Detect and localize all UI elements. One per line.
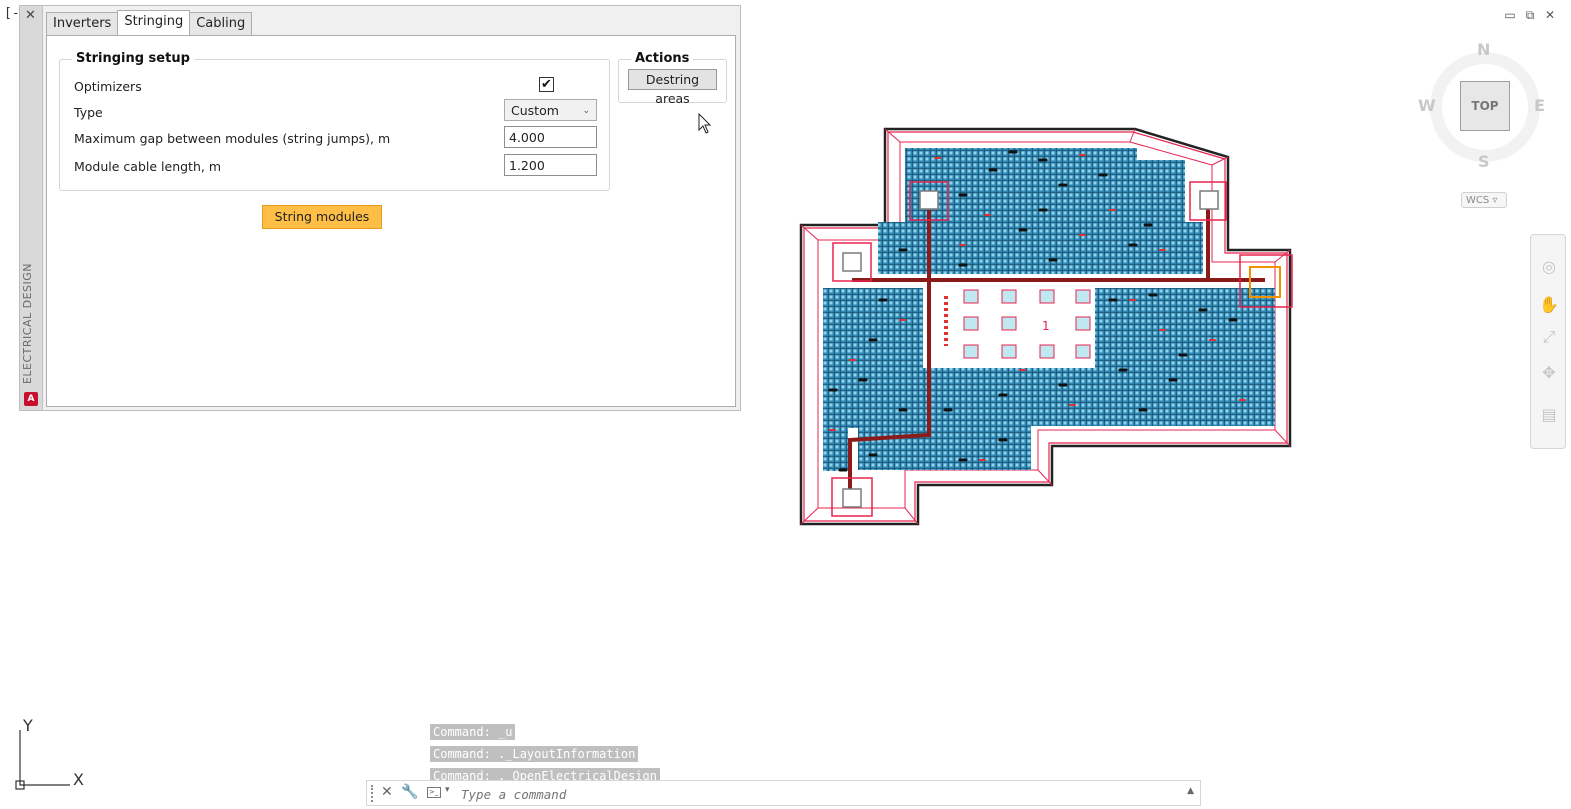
tab-stringing[interactable]: Stringing xyxy=(117,10,191,36)
electrical-design-palette: ✕ ELECTRICAL DESIGN A Inverters Stringin… xyxy=(19,5,741,411)
minimize-icon[interactable]: ▭ xyxy=(1503,8,1517,22)
zoom-extents-icon[interactable]: ⤢ xyxy=(1539,327,1559,347)
cable-length-input[interactable]: 1.200 xyxy=(504,154,597,176)
stringing-tab-content: Stringing setup Optimizers ✔ Type Custom… xyxy=(46,35,736,407)
actions-title: Actions xyxy=(631,51,694,66)
ucs-y-label: Y xyxy=(22,716,33,735)
compass-west-label[interactable]: W xyxy=(1418,96,1436,115)
restore-icon[interactable]: ⧉ xyxy=(1523,8,1537,22)
stringing-setup-group: Stringing setup Optimizers ✔ Type Custom… xyxy=(59,51,610,191)
cable-length-label: Module cable length, m xyxy=(74,159,221,174)
viewcube-top-face[interactable]: TOP xyxy=(1460,81,1510,131)
grip-handle-icon[interactable] xyxy=(371,785,377,802)
destring-areas-button[interactable]: Destring areas xyxy=(628,69,717,106)
ucs-icon: Y X xyxy=(15,716,84,790)
stringing-setup-title: Stringing setup xyxy=(72,51,194,66)
close-icon[interactable]: ✕ xyxy=(1543,8,1557,22)
central-building: 1 xyxy=(932,283,1095,367)
type-select[interactable]: Custom ⌄ xyxy=(504,99,597,121)
actions-group: Actions Destring areas xyxy=(618,51,727,106)
compass-north-label[interactable]: N xyxy=(1477,40,1490,59)
string-modules-button[interactable]: String modules xyxy=(262,205,382,229)
compass-east-label[interactable]: E xyxy=(1534,96,1545,115)
viewcube[interactable]: N S E W TOP xyxy=(1418,40,1552,174)
showmotion-icon[interactable]: ▤ xyxy=(1539,405,1559,425)
ucs-x-label: X xyxy=(73,770,84,789)
command-prompt-icon[interactable]: >_ xyxy=(427,787,441,798)
mouse-cursor-icon xyxy=(698,113,712,134)
type-select-value: Custom xyxy=(511,103,559,118)
optimizers-label: Optimizers xyxy=(74,79,142,94)
command-line-bar: ✕ 🔧 >_ ▾ ▲ xyxy=(366,780,1201,806)
palette-title-strip[interactable]: ✕ ELECTRICAL DESIGN A xyxy=(20,6,43,410)
max-gap-input[interactable]: 4.000 xyxy=(504,126,597,148)
orbit-icon[interactable]: ✥ xyxy=(1539,363,1559,383)
close-icon[interactable]: ✕ xyxy=(381,784,393,800)
tab-inverters[interactable]: Inverters xyxy=(46,12,119,36)
pan-hand-icon[interactable]: ✋ xyxy=(1539,295,1559,315)
wcs-menu[interactable]: WCS ▿ xyxy=(1461,192,1507,208)
command-history-line: Command: ._LayoutInformation xyxy=(430,746,639,762)
navigation-bar: ◎ ✋ ⤢ ✥ ▤ xyxy=(1530,234,1566,449)
compass-south-label[interactable]: S xyxy=(1478,152,1490,171)
steering-wheel-icon[interactable]: ◎ xyxy=(1539,257,1559,277)
chevron-down-icon[interactable]: ▾ xyxy=(445,785,450,795)
command-history: Command: _u Command: ._LayoutInformation… xyxy=(430,721,660,787)
drawing-window-controls: ▭ ⧉ ✕ xyxy=(1503,8,1557,23)
palette-vertical-title: ELECTRICAL DESIGN xyxy=(21,262,34,384)
command-history-line: Command: _u xyxy=(430,724,516,740)
optimizers-checkbox[interactable]: ✔ xyxy=(539,77,554,92)
chevron-down-icon: ⌄ xyxy=(582,106,590,116)
chevron-up-icon[interactable]: ▲ xyxy=(1187,786,1194,796)
max-gap-label: Maximum gap between modules (string jump… xyxy=(74,131,391,146)
wrench-icon[interactable]: 🔧 xyxy=(401,784,418,800)
autocad-logo-icon: A xyxy=(24,392,38,406)
building-block-label: 1 xyxy=(1042,319,1050,333)
tab-cabling[interactable]: Cabling xyxy=(189,12,253,36)
type-label: Type xyxy=(74,105,103,120)
palette-close-icon[interactable]: ✕ xyxy=(25,8,36,23)
solar-layout-drawing[interactable]: 1 xyxy=(795,125,1295,527)
command-input[interactable] xyxy=(459,784,1163,804)
